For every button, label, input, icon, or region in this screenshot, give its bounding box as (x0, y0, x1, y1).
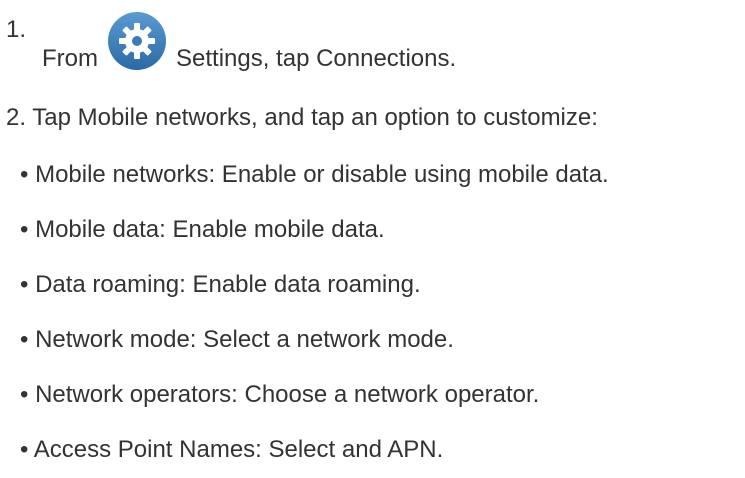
bullet-mobile-networks: • Mobile networks: Enable or disable usi… (20, 161, 609, 188)
step-1-rest-text: Settings, tap Connections. (176, 45, 457, 72)
bullet-mobile-data: • Mobile data: Enable mobile data. (20, 216, 385, 243)
bullet-data-roaming: • Data roaming: Enable data roaming. (20, 271, 421, 298)
bullet-access-point-names: • Access Point Names: Select and APN. (20, 436, 444, 463)
settings-gear-icon (106, 10, 168, 72)
step-1-number: 1. (6, 16, 27, 43)
bullet-network-mode: • Network mode: Select a network mode. (20, 326, 454, 353)
bullet-network-operators: • Network operators: Choose a network op… (20, 381, 540, 408)
step-1-instruction: From Settings, tap Connections. (42, 12, 457, 72)
step-1-from-label: From (42, 45, 98, 72)
step-2-instruction: 2. Tap Mobile networks, and tap an optio… (6, 104, 598, 131)
